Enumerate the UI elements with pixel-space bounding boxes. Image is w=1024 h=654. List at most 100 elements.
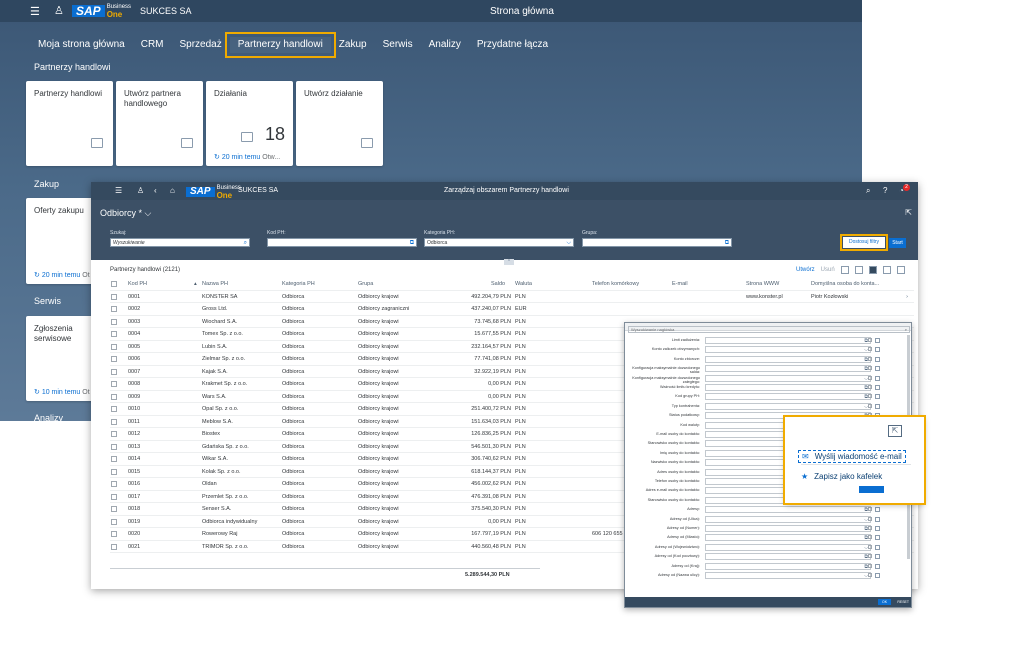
column-header[interactable]: Telefon komórkowy <box>592 281 639 287</box>
filter-checkbox[interactable] <box>868 507 872 512</box>
home-icon[interactable]: ⌂ <box>170 186 175 195</box>
row-checkbox[interactable] <box>111 356 117 362</box>
filter-checkbox[interactable] <box>868 573 872 577</box>
ok-button[interactable]: OK <box>878 599 891 605</box>
column-setting-input[interactable]: ⌵ <box>705 374 871 382</box>
visible-checkbox[interactable] <box>875 554 880 560</box>
column-setting-input[interactable]: ⧉ <box>705 337 871 344</box>
search-icon[interactable]: ⌕ <box>866 186 870 196</box>
row-checkbox[interactable] <box>111 406 117 412</box>
column-header[interactable]: Nazwa PH <box>202 281 228 287</box>
filter-checkbox[interactable] <box>868 403 872 408</box>
visible-checkbox[interactable] <box>875 338 880 343</box>
reset-button[interactable]: RESET <box>897 599 909 605</box>
search-icon[interactable]: ⌕ <box>244 239 247 247</box>
column-view-icon[interactable] <box>896 266 905 274</box>
filter-checkbox[interactable] <box>868 394 872 399</box>
tab-business-partners[interactable]: Partnerzy handlowi <box>224 32 336 58</box>
row-checkbox[interactable] <box>111 343 117 350</box>
tab-crm[interactable]: CRM <box>133 37 172 53</box>
visible-checkbox[interactable] <box>875 394 880 400</box>
row-checkbox[interactable] <box>111 293 117 300</box>
filter-checkbox[interactable] <box>868 526 872 530</box>
column-header[interactable]: Kategoria PH <box>282 281 315 287</box>
adapt-filters-button[interactable]: Dostosuj filtry <box>840 234 888 251</box>
row-navigation-chevron-icon[interactable]: › <box>906 294 908 300</box>
column-setting-input[interactable]: ⧉ <box>705 384 871 391</box>
tile-create-partner[interactable]: Utwórz partnera handlowego <box>116 81 203 166</box>
row-checkbox[interactable] <box>111 481 117 487</box>
visible-checkbox[interactable] <box>875 516 880 522</box>
row-checkbox[interactable] <box>111 543 117 550</box>
chevron-down-icon[interactable]: ⌵ <box>566 239 571 247</box>
filter-checkbox[interactable] <box>868 516 872 521</box>
save-as-tile-button[interactable]: ★ Zapisz jako kafelek <box>801 472 882 481</box>
value-help-icon[interactable]: ⧉ <box>725 239 729 247</box>
filter-checkbox[interactable] <box>868 563 872 568</box>
filter-checkbox[interactable] <box>868 375 872 380</box>
category-select[interactable]: Odbiorca ⌵ <box>424 238 574 247</box>
filter-checkbox[interactable] <box>868 544 872 549</box>
filter-checkbox[interactable] <box>868 535 872 540</box>
filter-checkbox[interactable] <box>868 366 872 371</box>
visible-checkbox[interactable] <box>875 573 880 578</box>
column-setting-input[interactable]: ⌵ <box>705 346 871 354</box>
share-icon[interactable]: ⇱ <box>905 208 912 217</box>
visible-checkbox[interactable] <box>875 385 880 390</box>
select-all-checkbox[interactable] <box>111 281 117 287</box>
delete-button[interactable]: Usuń <box>821 267 835 273</box>
variant-selector[interactable]: Odbiorcy * ⌵ <box>100 208 151 219</box>
row-checkbox[interactable] <box>111 531 117 537</box>
row-checkbox[interactable] <box>111 456 117 462</box>
table-row[interactable]: 0002 Gross Ltd. Odbiorca Odbiorcy zagranicz… <box>110 303 914 316</box>
tile-activities[interactable]: Działania 18 ↻ 20 min temu Otw... <box>206 81 293 166</box>
column-setting-input[interactable]: ⧉ <box>705 553 871 561</box>
value-help-icon[interactable]: ⧉ <box>410 239 414 247</box>
visible-checkbox[interactable] <box>875 403 880 409</box>
column-header[interactable]: Strona WWW <box>746 281 779 287</box>
row-checkbox[interactable] <box>111 318 117 325</box>
column-header[interactable]: Domyślna osoba do konta... <box>811 281 879 287</box>
column-setting-input[interactable]: ⧉ <box>705 506 871 514</box>
column-setting-input[interactable]: ⧉ <box>705 525 871 532</box>
column-setting-input[interactable]: ⧉ <box>705 365 871 373</box>
settings-icon[interactable] <box>840 266 849 274</box>
filter-checkbox[interactable] <box>868 554 872 559</box>
table-row[interactable]: 0001 KONSTER SA Odbiorca Odbiorcy krajowi 49… <box>110 291 914 303</box>
collapse-header-icon[interactable]: ⌃ <box>504 259 514 265</box>
create-button[interactable]: Utwórz <box>796 267 815 273</box>
column-header[interactable]: Saldo <box>491 281 505 287</box>
column-setting-input[interactable]: ⌵ <box>705 515 871 523</box>
column-setting-input[interactable]: ⧉ <box>705 393 871 401</box>
tab-useful-links[interactable]: Przydatne łącza <box>469 37 556 53</box>
back-icon[interactable]: ‹ <box>154 186 157 195</box>
filter-checkbox[interactable] <box>868 385 872 389</box>
filter-checkbox[interactable] <box>868 347 872 352</box>
row-checkbox[interactable] <box>111 443 117 450</box>
group-input[interactable]: ⧉ <box>582 238 732 247</box>
code-input[interactable]: ⧉ <box>267 238 417 247</box>
row-checkbox[interactable] <box>111 331 117 337</box>
column-header[interactable]: E-mail <box>672 281 688 287</box>
visible-checkbox[interactable] <box>875 366 880 372</box>
row-checkbox[interactable] <box>111 381 117 387</box>
row-checkbox[interactable] <box>111 468 117 475</box>
user-icon[interactable]: ♙ <box>54 4 64 17</box>
column-setting-input[interactable]: ⌵ <box>705 402 871 410</box>
menu-icon[interactable]: ☰ <box>115 186 122 195</box>
column-header[interactable]: Grupa <box>358 281 373 287</box>
visible-checkbox[interactable] <box>875 356 880 362</box>
row-checkbox[interactable] <box>111 393 117 400</box>
sort-icon[interactable] <box>854 266 863 274</box>
column-setting-input[interactable]: ⌵ <box>705 543 871 551</box>
column-setting-input[interactable]: ⧉ <box>705 355 871 363</box>
visible-checkbox[interactable] <box>875 507 880 513</box>
filter-checkbox[interactable] <box>868 338 872 342</box>
row-checkbox[interactable] <box>111 306 117 312</box>
visible-checkbox[interactable] <box>875 347 880 353</box>
visible-checkbox[interactable] <box>875 563 880 569</box>
user-icon[interactable]: ♙ <box>137 186 144 195</box>
row-checkbox[interactable] <box>111 418 117 425</box>
search-input[interactable]: Wyszukiwanie ⌕ <box>110 238 250 247</box>
tab-home[interactable]: Moja strona główna <box>38 37 133 53</box>
